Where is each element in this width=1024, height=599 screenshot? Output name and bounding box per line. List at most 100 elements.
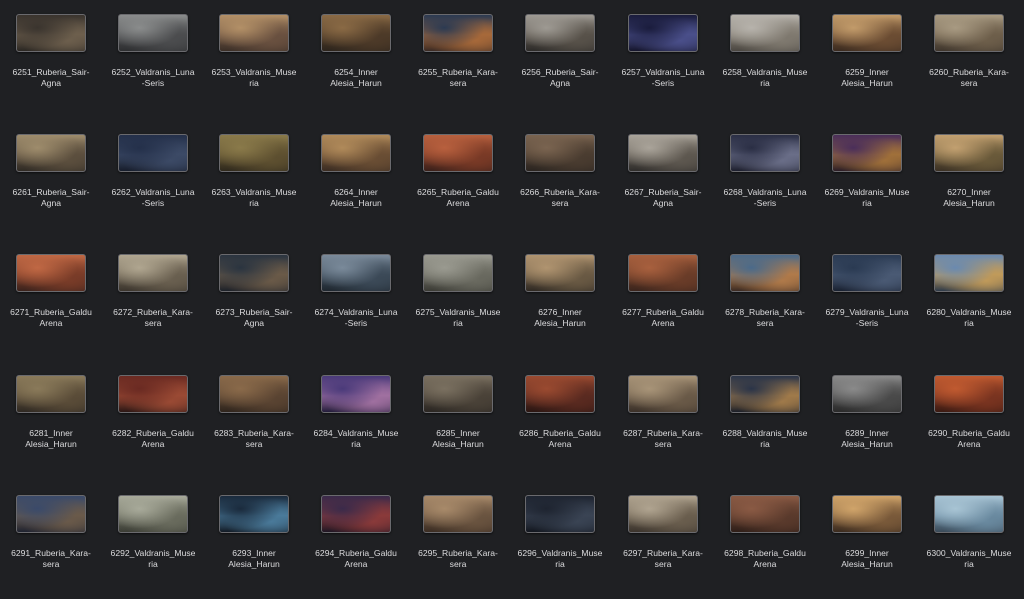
file-item[interactable]: 6258_Valdranis_Muse ria — [714, 0, 816, 110]
file-item[interactable]: 6264_Inner Alesia_Harun — [305, 120, 407, 230]
file-thumbnail[interactable] — [423, 134, 493, 172]
file-thumbnail[interactable] — [525, 375, 595, 413]
file-thumbnail[interactable] — [118, 254, 188, 292]
file-item[interactable]: 6283_Ruberia_Kara-sera — [203, 361, 305, 471]
file-thumbnail[interactable] — [525, 254, 595, 292]
file-item[interactable]: 6260_Ruberia_Kara-sera — [918, 0, 1020, 110]
file-item[interactable]: 6289_Inner Alesia_Harun — [816, 361, 918, 471]
file-thumbnail[interactable] — [423, 495, 493, 533]
file-thumbnail[interactable] — [321, 134, 391, 172]
file-item[interactable]: 6251_Ruberia_Sair- Agna — [0, 0, 102, 110]
file-thumbnail[interactable] — [934, 254, 1004, 292]
file-item[interactable]: 6297_Ruberia_Kara-sera — [612, 481, 714, 591]
file-item[interactable]: 6295_Ruberia_Kara-sera — [407, 481, 509, 591]
file-thumbnail[interactable] — [628, 375, 698, 413]
file-thumbnail[interactable] — [118, 375, 188, 413]
file-item[interactable]: 6300_Valdranis_Muse ria — [918, 481, 1020, 591]
file-item[interactable]: 6265_Ruberia_Galdu Arena — [407, 120, 509, 230]
file-thumbnail[interactable] — [423, 14, 493, 52]
file-thumbnail[interactable] — [832, 134, 902, 172]
file-thumbnail[interactable] — [321, 14, 391, 52]
file-item[interactable]: 6287_Ruberia_Kara-sera — [612, 361, 714, 471]
file-thumbnail[interactable] — [934, 495, 1004, 533]
file-item[interactable]: 6284_Valdranis_Muse ria — [305, 361, 407, 471]
file-item[interactable]: 6273_Ruberia_Sair- Agna — [203, 240, 305, 350]
file-item[interactable]: 6298_Ruberia_Galdu Arena — [714, 481, 816, 591]
file-item[interactable]: 6278_Ruberia_Kara-sera — [714, 240, 816, 350]
file-item[interactable]: 6262_Valdranis_Luna -Seris — [102, 120, 204, 230]
file-item[interactable]: 6266_Ruberia_Kara-sera — [509, 120, 611, 230]
file-item[interactable]: 6291_Ruberia_Kara-sera — [0, 481, 102, 591]
file-thumbnail[interactable] — [730, 495, 800, 533]
file-item[interactable]: 6270_Inner Alesia_Harun — [918, 120, 1020, 230]
file-thumbnail[interactable] — [730, 254, 800, 292]
file-item[interactable]: 6272_Ruberia_Kara-sera — [102, 240, 204, 350]
file-item[interactable]: 6277_Ruberia_Galdu Arena — [612, 240, 714, 350]
file-item[interactable]: 6286_Ruberia_Galdu Arena — [509, 361, 611, 471]
file-thumbnail[interactable] — [219, 14, 289, 52]
file-thumbnail[interactable] — [730, 375, 800, 413]
file-thumbnail[interactable] — [525, 134, 595, 172]
file-thumbnail[interactable] — [118, 134, 188, 172]
file-thumbnail[interactable] — [219, 254, 289, 292]
file-thumbnail[interactable] — [219, 375, 289, 413]
file-thumbnail[interactable] — [628, 495, 698, 533]
file-item[interactable]: 6269_Valdranis_Muse ria — [816, 120, 918, 230]
file-item[interactable]: 6257_Valdranis_Luna -Seris — [612, 0, 714, 110]
file-item[interactable]: 6296_Valdranis_Muse ria — [509, 481, 611, 591]
file-item[interactable]: 6285_Inner Alesia_Harun — [407, 361, 509, 471]
file-thumbnail[interactable] — [628, 134, 698, 172]
file-thumbnail[interactable] — [832, 375, 902, 413]
file-item[interactable]: 6292_Valdranis_Muse ria — [102, 481, 204, 591]
file-thumbnail[interactable] — [219, 134, 289, 172]
file-thumbnail[interactable] — [934, 14, 1004, 52]
file-thumbnail[interactable] — [16, 134, 86, 172]
file-thumbnail[interactable] — [934, 134, 1004, 172]
file-thumbnail[interactable] — [832, 14, 902, 52]
file-thumbnail[interactable] — [730, 14, 800, 52]
file-item[interactable]: 6255_Ruberia_Kara-sera — [407, 0, 509, 110]
file-thumbnail[interactable] — [219, 495, 289, 533]
file-item[interactable]: 6288_Valdranis_Muse ria — [714, 361, 816, 471]
file-item[interactable]: 6294_Ruberia_Galdu Arena — [305, 481, 407, 591]
file-thumbnail[interactable] — [321, 254, 391, 292]
file-thumbnail[interactable] — [16, 495, 86, 533]
file-item[interactable]: 6256_Ruberia_Sair- Agna — [509, 0, 611, 110]
file-item[interactable]: 6271_Ruberia_Galdu Arena — [0, 240, 102, 350]
file-item[interactable]: 6275_Valdranis_Muse ria — [407, 240, 509, 350]
file-item[interactable]: 6268_Valdranis_Luna -Seris — [714, 120, 816, 230]
file-item[interactable]: 6290_Ruberia_Galdu Arena — [918, 361, 1020, 471]
file-thumbnail[interactable] — [423, 254, 493, 292]
file-thumbnail[interactable] — [628, 14, 698, 52]
file-item[interactable]: 6280_Valdranis_Muse ria — [918, 240, 1020, 350]
file-item[interactable]: 6299_Inner Alesia_Harun — [816, 481, 918, 591]
file-thumbnail[interactable] — [16, 14, 86, 52]
file-item[interactable]: 6261_Ruberia_Sair- Agna — [0, 120, 102, 230]
file-item[interactable]: 6293_Inner Alesia_Harun — [203, 481, 305, 591]
file-thumbnail[interactable] — [16, 254, 86, 292]
file-item[interactable]: 6282_Ruberia_Galdu Arena — [102, 361, 204, 471]
file-item[interactable]: 6281_Inner Alesia_Harun — [0, 361, 102, 471]
file-thumbnail[interactable] — [321, 495, 391, 533]
file-thumbnail[interactable] — [118, 495, 188, 533]
file-thumbnail[interactable] — [832, 254, 902, 292]
file-thumbnail[interactable] — [16, 375, 86, 413]
file-thumbnail[interactable] — [525, 495, 595, 533]
file-item[interactable]: 6279_Valdranis_Luna -Seris — [816, 240, 918, 350]
file-item[interactable]: 6253_Valdranis_Muse ria — [203, 0, 305, 110]
file-thumbnail[interactable] — [832, 495, 902, 533]
file-thumbnail[interactable] — [628, 254, 698, 292]
file-thumbnail[interactable] — [525, 14, 595, 52]
file-thumbnail[interactable] — [730, 134, 800, 172]
file-item[interactable]: 6276_Inner Alesia_Harun — [509, 240, 611, 350]
file-item[interactable]: 6267_Ruberia_Sair- Agna — [612, 120, 714, 230]
file-item[interactable]: 6263_Valdranis_Muse ria — [203, 120, 305, 230]
file-thumbnail[interactable] — [423, 375, 493, 413]
file-item[interactable]: 6274_Valdranis_Luna -Seris — [305, 240, 407, 350]
file-thumbnail[interactable] — [321, 375, 391, 413]
file-item[interactable]: 6254_Inner Alesia_Harun — [305, 0, 407, 110]
file-thumbnail[interactable] — [934, 375, 1004, 413]
file-item[interactable]: 6259_Inner Alesia_Harun — [816, 0, 918, 110]
file-thumbnail[interactable] — [118, 14, 188, 52]
file-item[interactable]: 6252_Valdranis_Luna -Seris — [102, 0, 204, 110]
